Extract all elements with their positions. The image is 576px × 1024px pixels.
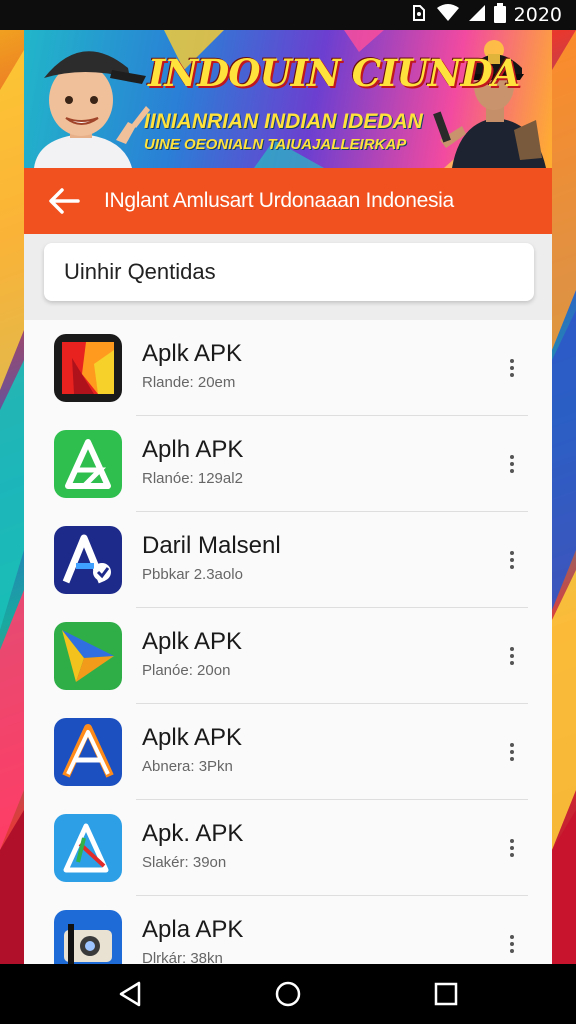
nav-back-button[interactable] [114, 978, 146, 1010]
app-title: Apla APK [142, 916, 244, 943]
more-options-button[interactable] [502, 512, 522, 608]
arrow-back-icon [49, 188, 80, 214]
app-subtitle: Dlrkár: 38kn [142, 950, 223, 964]
app-title: Daril Malsenl [142, 532, 281, 559]
signal-icon [468, 4, 486, 27]
wifi-icon [436, 3, 460, 27]
app-title: Aplk APK [142, 340, 243, 367]
app-icon-navy [54, 526, 122, 594]
app-title: Aplk APK [142, 628, 243, 655]
promo-banner[interactable]: INDOUIN CIUNDA IINIANRIAN INDIAN IDEDAN … [24, 30, 552, 168]
main-card: INDOUIN CIUNDA IINIANRIAN INDIAN IDEDAN … [24, 30, 552, 964]
app-icon-light-blue [54, 814, 122, 882]
status-time: 2020 [513, 4, 562, 26]
app-subtitle: Pbbkar 2.3aolo [142, 566, 243, 583]
nav-home-button[interactable] [272, 978, 304, 1010]
boy-illustration [34, 51, 150, 168]
search-panel: Uinhir Qentidas [24, 234, 552, 320]
app-subtitle: Abnera: 3Pkn [142, 758, 233, 775]
app-title: Aplh APK [142, 436, 244, 463]
list-item[interactable]: Aplk APK Abnera: 3Pkn [24, 704, 552, 800]
app-icon-camera [54, 910, 122, 964]
app-subtitle: Rlande: 20em [142, 374, 236, 391]
banner-subtitle: IINIANRIAN INDIAN IDEDAN [144, 110, 423, 133]
list-item[interactable]: Aplk APK Rlande: 20em [24, 320, 552, 416]
circle-home-icon [275, 981, 301, 1007]
more-options-button[interactable] [502, 896, 522, 964]
app-icon-red [54, 334, 122, 402]
list-item[interactable]: Daril Malsenl Pbbkar 2.3aolo [24, 512, 552, 608]
nav-recents-button[interactable] [430, 978, 462, 1010]
app-subtitle: Slakér: 39on [142, 854, 227, 871]
list-item[interactable]: Aplk APK Planóe: 20on [24, 608, 552, 704]
app-subtitle: Planóe: 20on [142, 662, 231, 679]
app-title: Aplk APK [142, 724, 243, 751]
app-subtitle: Rlanóe: 129al2 [142, 470, 243, 487]
sim-icon [410, 4, 428, 27]
banner-tagline: UINE OEONIALN TAIUAJALLEIRKAP [144, 136, 407, 153]
search-input[interactable]: Uinhir Qentidas [44, 243, 534, 301]
back-button[interactable] [24, 168, 104, 234]
more-options-button[interactable] [502, 416, 522, 512]
navigation-bar [0, 964, 576, 1024]
battery-icon [493, 2, 506, 28]
app-icon-play [54, 622, 122, 690]
app-icon-blue-a [54, 718, 122, 786]
list-item[interactable]: Apla APK Dlrkár: 38kn [24, 896, 552, 964]
app-bar-title: INglant Amlusart Urdonaaan Indonesia [104, 189, 454, 212]
more-options-button[interactable] [502, 608, 522, 704]
more-options-button[interactable] [502, 800, 522, 896]
app-bar: INglant Amlusart Urdonaaan Indonesia [24, 168, 552, 234]
list-item[interactable]: Apk. APK Slakér: 39on [24, 800, 552, 896]
more-options-button[interactable] [502, 320, 522, 416]
square-recents-icon [434, 982, 458, 1006]
list-item[interactable]: Aplh APK Rlanóe: 129al2 [24, 416, 552, 512]
status-bar: 2020 [0, 0, 576, 30]
triangle-back-icon [119, 981, 141, 1007]
app-list: Aplk APK Rlande: 20em Aplh APK Rlanóe: 1… [24, 320, 552, 964]
app-icon-green [54, 430, 122, 498]
app-title: Apk. APK [142, 820, 244, 847]
banner-title: INDOUIN CIUNDA [148, 51, 520, 95]
more-options-button[interactable] [502, 704, 522, 800]
